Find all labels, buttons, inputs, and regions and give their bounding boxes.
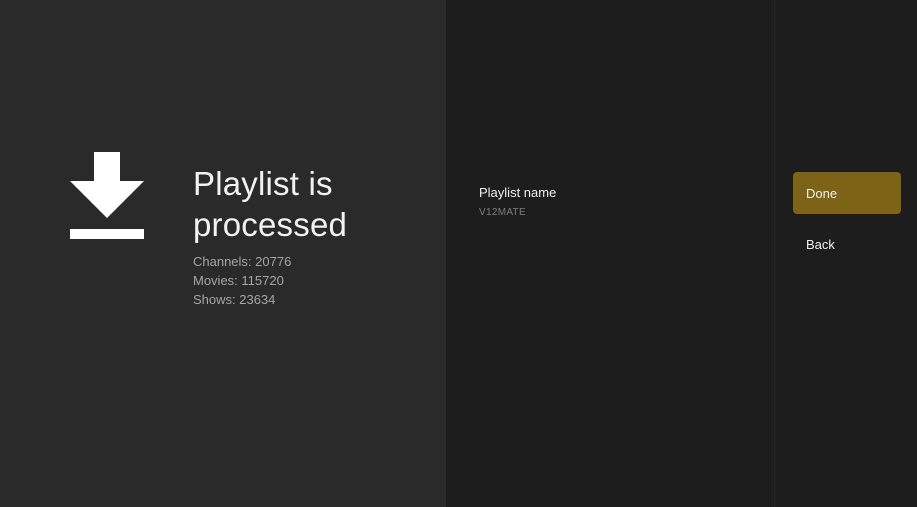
movies-count: Movies: 115720 (193, 273, 284, 288)
back-button[interactable]: Back (793, 223, 901, 265)
playlist-name-label: Playlist name (479, 185, 557, 200)
done-button[interactable]: Done (793, 172, 901, 214)
playlist-info-pane: Playlist name V12MATE (446, 0, 774, 507)
playlist-stats: Channels: 20776 Movies: 115720 Shows: 23… (193, 252, 291, 309)
status-pane: Playlist is processed Channels: 20776 Mo… (0, 0, 446, 507)
shows-count: Shows: 23634 (193, 292, 276, 307)
channels-count: Channels: 20776 (193, 254, 292, 269)
playlist-processed-screen: Playlist is processed Channels: 20776 Mo… (0, 0, 917, 507)
status-title: Playlist is processed (193, 165, 348, 243)
download-icon (70, 152, 144, 239)
playlist-name-value: V12MATE (479, 207, 526, 218)
